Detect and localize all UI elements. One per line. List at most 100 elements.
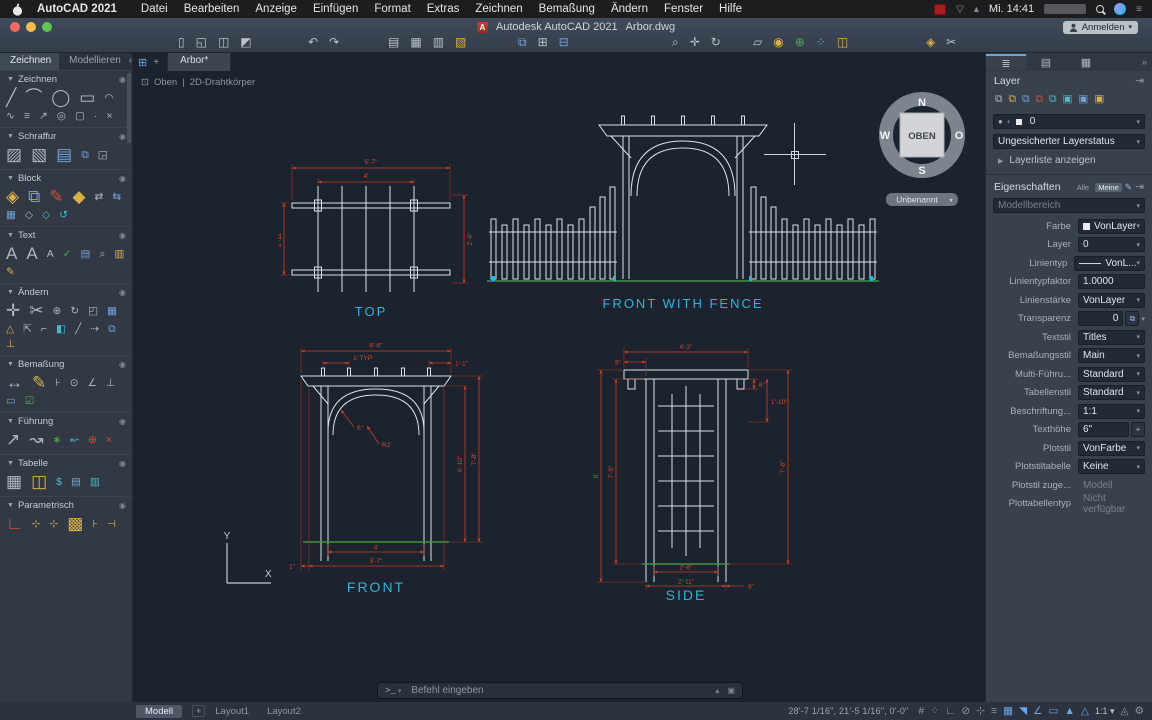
- rectangle-icon[interactable]: ▭: [79, 88, 95, 108]
- section-header[interactable]: ▼Block◉: [0, 170, 132, 186]
- section-header[interactable]: ▼Tabelle◉: [0, 455, 132, 471]
- new-file-icon[interactable]: ▯: [178, 35, 185, 49]
- grid-icon[interactable]: #: [918, 705, 924, 717]
- command-customize-icon[interactable]: ▣: [727, 686, 735, 695]
- color-dropdown[interactable]: VonLayer▾: [1078, 219, 1145, 234]
- menu-item[interactable]: Zeichnen: [475, 3, 522, 15]
- edit-attr-icon[interactable]: ◇: [42, 209, 50, 222]
- lock-icon[interactable]: ▩: [67, 514, 83, 534]
- section-options-icon[interactable]: ◉: [119, 417, 126, 426]
- point-icon[interactable]: ·: [94, 110, 98, 123]
- center-mark-icon[interactable]: ☑: [25, 395, 34, 408]
- command-expand-icon[interactable]: ▴: [715, 686, 719, 695]
- eject-icon[interactable]: ▴: [974, 4, 979, 15]
- show-layer-list-toggle[interactable]: ▶ Layerliste anzeigen: [986, 154, 1152, 172]
- annotation-scale-dropdown[interactable]: 1:1▾: [1078, 404, 1145, 419]
- find-text-icon[interactable]: ⌕: [99, 248, 105, 261]
- arc-icon[interactable]: ◠: [104, 92, 113, 105]
- layer-isolate-icon[interactable]: ⧉: [1049, 93, 1057, 106]
- text-height-input[interactable]: 6": [1078, 422, 1129, 437]
- tolerance-icon[interactable]: ▭: [6, 395, 16, 408]
- export-table-icon[interactable]: ▥: [90, 476, 100, 489]
- align-icon[interactable]: ⧉: [108, 323, 116, 336]
- lineweight-icon[interactable]: ≡: [991, 705, 997, 717]
- table-icon[interactable]: ▦: [6, 472, 22, 492]
- attribute-icon[interactable]: ◆: [72, 187, 85, 207]
- extend-icon[interactable]: ⇢: [90, 323, 99, 336]
- signin-button[interactable]: Anmelden ▾: [1063, 21, 1138, 34]
- array-block-icon[interactable]: ▦: [6, 209, 16, 222]
- publish-icon[interactable]: ▧: [455, 35, 466, 49]
- field-icon[interactable]: $: [56, 476, 62, 489]
- viewcube[interactable]: OBEN N S W O Unbenannt ▾: [864, 73, 984, 213]
- drawing-canvas[interactable]: ⊞ + Arbor* ⊡ Oben | 2D-Drahtkörper 5'-7"…: [133, 53, 985, 702]
- dim-style-dropdown[interactable]: Main▾: [1078, 348, 1145, 363]
- section-header[interactable]: ▼Ändern◉: [0, 284, 132, 300]
- layer-lock-fade-icon[interactable]: ▣: [1094, 93, 1104, 106]
- plot-style-dropdown[interactable]: VonFarbe▾: [1078, 441, 1145, 456]
- object-snap-icon[interactable]: ⊹: [976, 705, 985, 717]
- zoom-window-icon[interactable]: ⌕: [672, 35, 679, 50]
- gradient-icon[interactable]: ▧: [31, 145, 47, 165]
- sync-attr-icon[interactable]: ⇄: [95, 191, 104, 204]
- move-icon[interactable]: ✛: [6, 301, 20, 321]
- angular-dim-icon[interactable]: ∠: [88, 377, 97, 390]
- panel-overflow-icon[interactable]: »: [1142, 57, 1152, 67]
- parallel-icon[interactable]: ⊹: [49, 518, 58, 531]
- edit-text-icon[interactable]: ✎: [6, 266, 15, 279]
- donut-icon[interactable]: ◎: [57, 110, 66, 123]
- save-as-icon[interactable]: ◩: [240, 35, 251, 49]
- tab-layer-icon[interactable]: ≣: [986, 54, 1026, 70]
- selection-cycling-icon[interactable]: ▭: [1049, 705, 1059, 717]
- viewcube-face-label[interactable]: OBEN: [908, 131, 936, 142]
- block-editor-icon[interactable]: ✎: [49, 187, 63, 207]
- tab-zeichnen[interactable]: Zeichnen: [0, 53, 59, 70]
- linear-dim-icon[interactable]: ↔: [6, 373, 23, 393]
- text-frame-icon[interactable]: ▥: [114, 248, 124, 261]
- menu-item[interactable]: Datei: [141, 3, 168, 15]
- rotate-icon[interactable]: ↻: [70, 305, 79, 318]
- layer-off-icon[interactable]: ⧉: [1009, 93, 1017, 106]
- boundary-icon[interactable]: ▤: [56, 145, 72, 165]
- linetype-scale-input[interactable]: 1.0000: [1078, 274, 1145, 289]
- delete-constraint-icon[interactable]: ⊣: [107, 518, 116, 531]
- section-options-icon[interactable]: ◉: [119, 501, 126, 510]
- insert-point-icon[interactable]: ⊕: [795, 35, 805, 49]
- menu-item[interactable]: Extras: [427, 3, 460, 15]
- snap-icon[interactable]: ⁘: [930, 705, 939, 717]
- attach-icon[interactable]: ⊟: [559, 35, 569, 50]
- polyline-icon[interactable]: ⌒: [25, 88, 42, 108]
- viewport-controls[interactable]: ⊡ Oben | 2D-Drahtkörper: [141, 77, 255, 88]
- compass-west[interactable]: W: [880, 130, 891, 142]
- panel-dock-icon[interactable]: ⇥: [1135, 181, 1144, 193]
- viewport-view-control[interactable]: Oben: [154, 77, 177, 88]
- add-leader-icon[interactable]: ∗: [53, 434, 62, 447]
- panel-dock-icon[interactable]: ⇥: [1135, 75, 1144, 87]
- tab-overview-icon[interactable]: ⊞: [138, 56, 147, 69]
- circle-icon[interactable]: ◯: [51, 88, 70, 108]
- radius-dim-icon[interactable]: ⊙: [70, 377, 79, 390]
- pan-icon[interactable]: ✛: [690, 35, 700, 50]
- viewport-menu-icon[interactable]: ⊡: [141, 77, 149, 88]
- orbit-icon[interactable]: ↻: [711, 35, 721, 50]
- copy-icon[interactable]: ⊕: [53, 305, 62, 318]
- filter-mine-button[interactable]: Meine: [1095, 183, 1121, 192]
- hatch-icon[interactable]: ▨: [6, 145, 22, 165]
- define-attr-icon[interactable]: ◇: [25, 209, 33, 222]
- wipeout-icon[interactable]: ◲: [98, 149, 108, 162]
- dim-constraint-icon[interactable]: ⊦: [92, 518, 97, 531]
- leader-icon[interactable]: ↗: [6, 430, 20, 450]
- trim-icon[interactable]: ✂: [29, 301, 43, 321]
- menu-item[interactable]: Einfügen: [313, 3, 358, 15]
- snap-tracking-icon[interactable]: ◥: [1019, 705, 1027, 717]
- menu-item[interactable]: Fenster: [664, 3, 703, 15]
- apple-logo-icon[interactable]: [12, 3, 23, 16]
- hatch-lines-icon[interactable]: ≡: [24, 110, 30, 123]
- spline-icon[interactable]: ∿: [6, 110, 15, 123]
- remove-leader-icon[interactable]: ↜: [70, 434, 79, 447]
- ortho-icon[interactable]: ∟: [945, 705, 955, 717]
- layout-tab[interactable]: Layout2: [267, 706, 301, 717]
- menu-clock[interactable]: Mi. 14:41: [989, 3, 1034, 15]
- mirror-icon[interactable]: △: [6, 323, 14, 336]
- polar-tracking-icon[interactable]: ⊘: [961, 705, 970, 717]
